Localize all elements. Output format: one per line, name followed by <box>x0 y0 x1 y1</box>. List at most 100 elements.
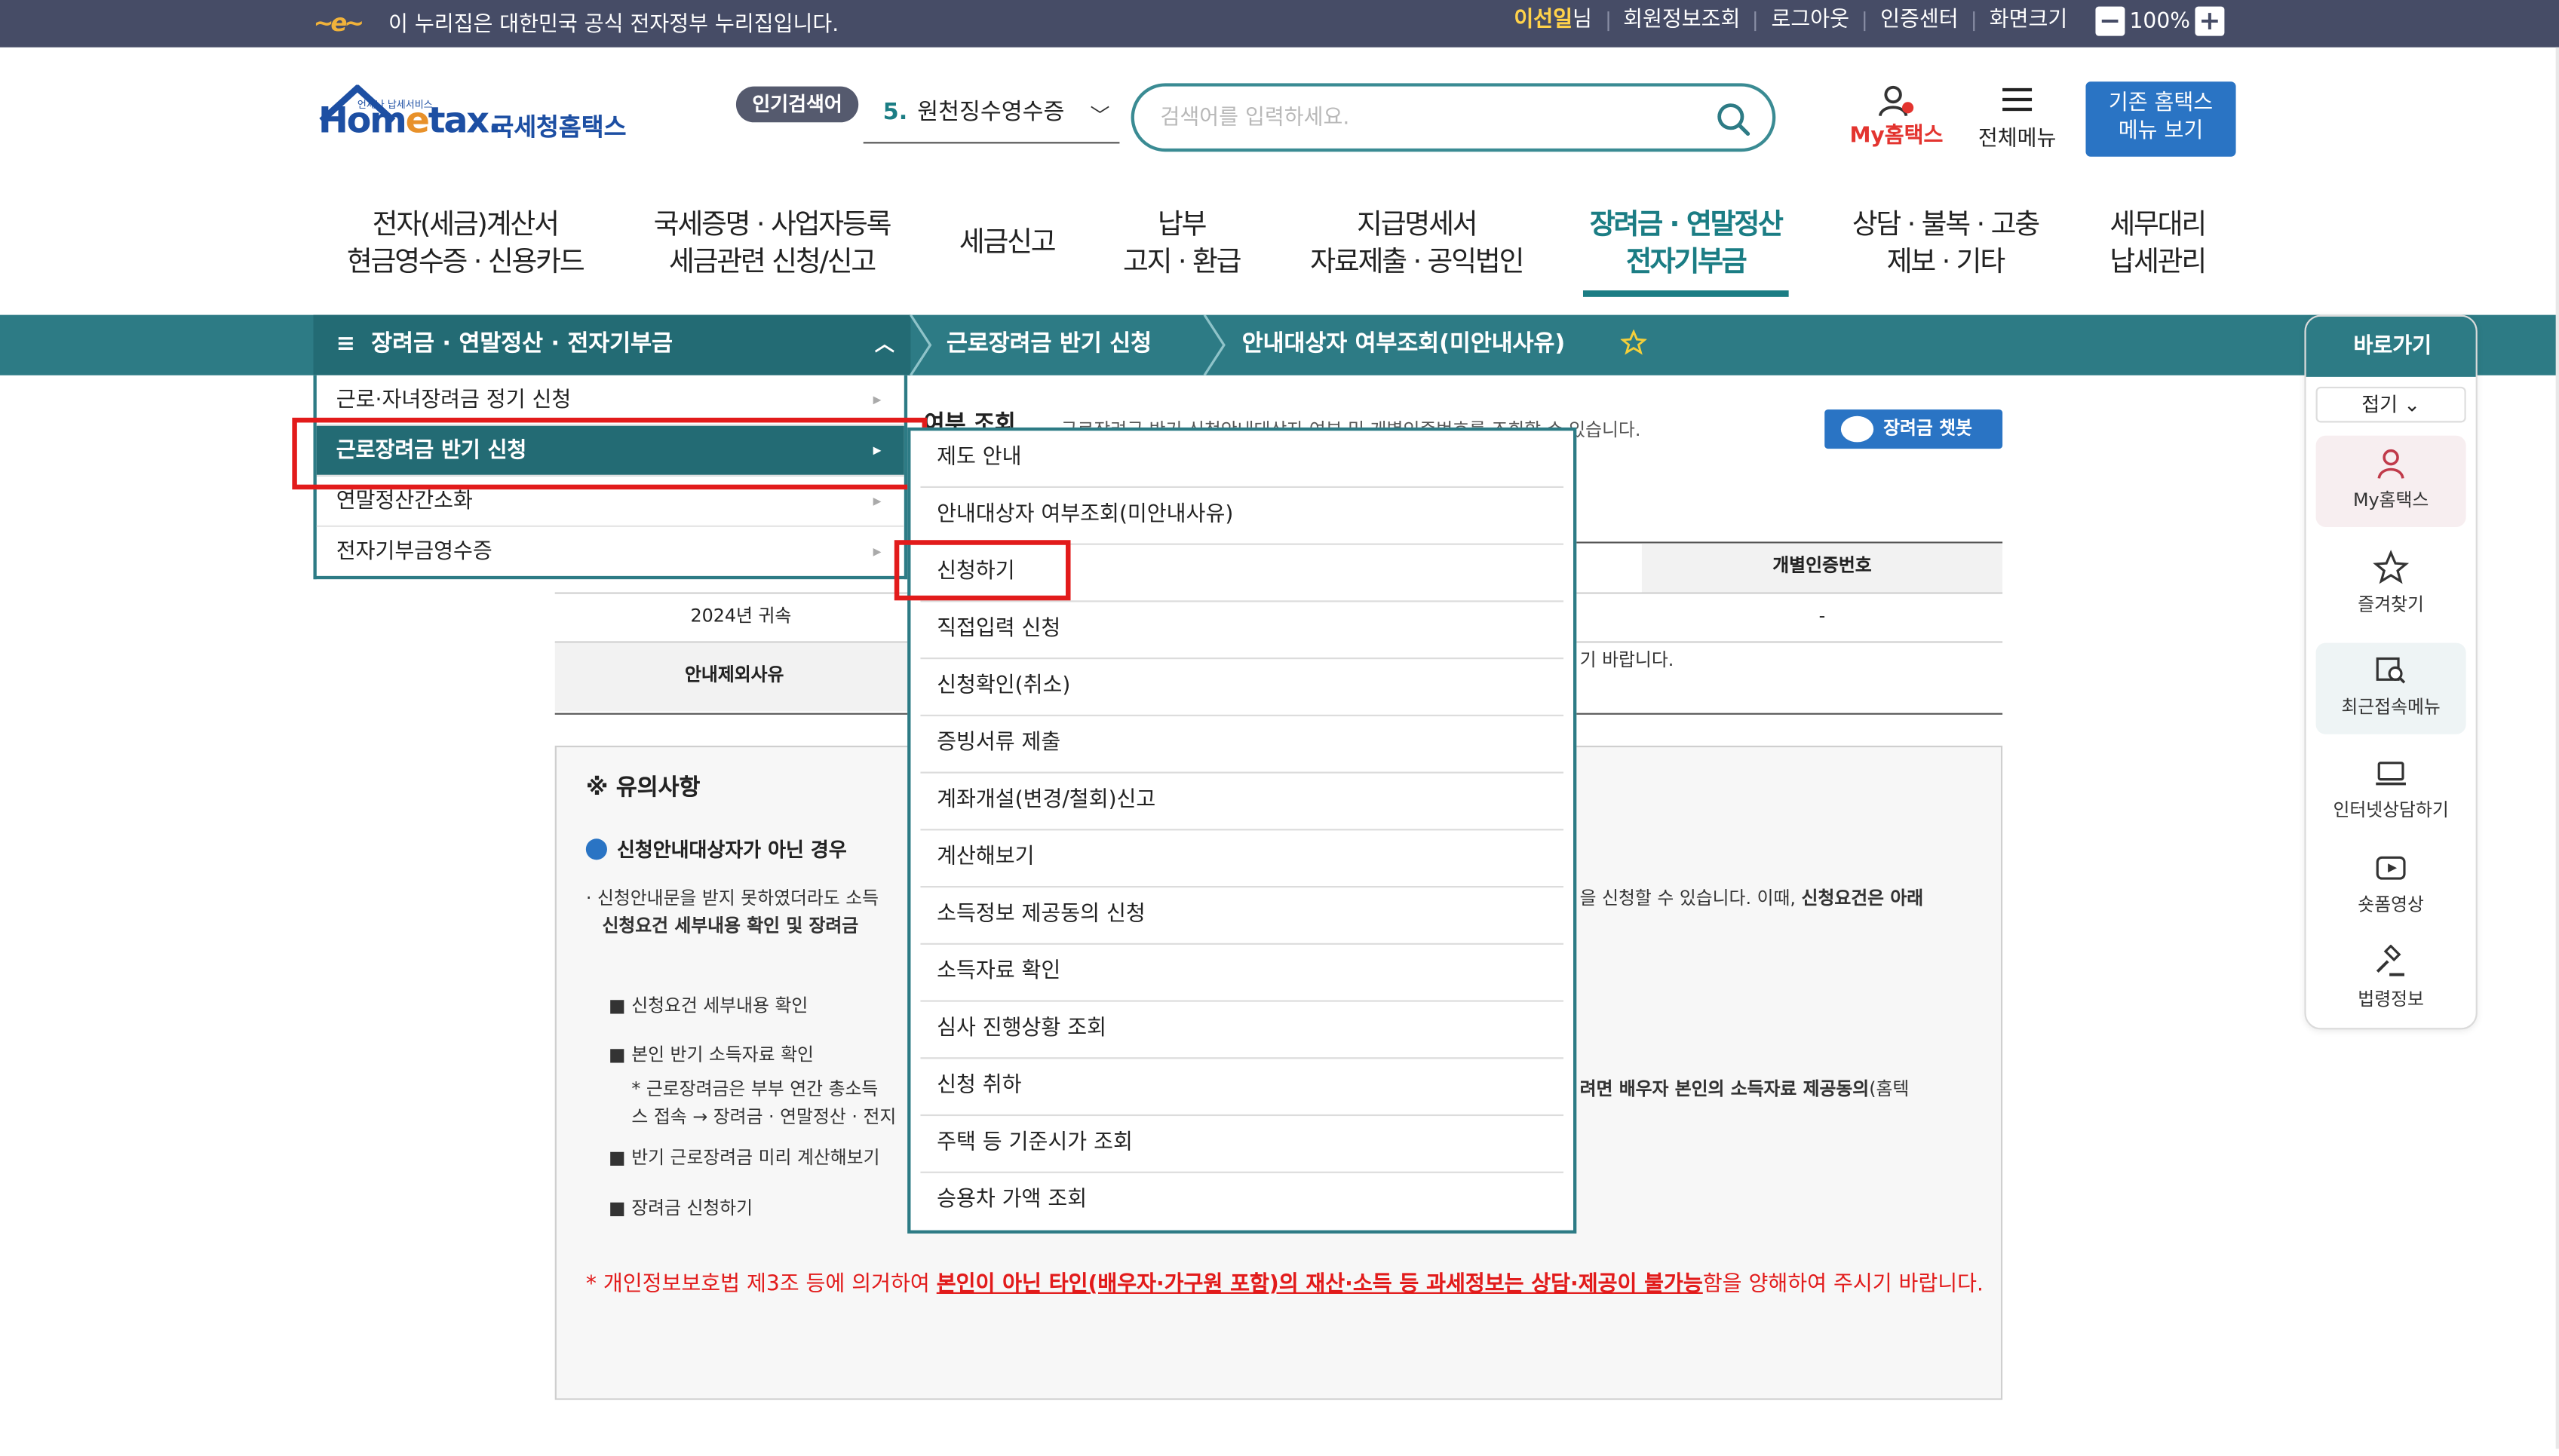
submenu-item-car-price[interactable]: 승용차 가액 조회 <box>920 1173 1563 1231</box>
notice-note-line2: 스 접속 → 장려금 · 연말정산 · 전지 <box>631 1106 897 1128</box>
search-icon[interactable] <box>1714 100 1753 139</box>
quick-item-recent[interactable]: 최근접속메뉴 <box>2315 642 2466 734</box>
submenu-item-withdraw[interactable]: 신청 취하 <box>920 1059 1564 1117</box>
submenu-item-evidence[interactable]: 증빙서류 제출 <box>920 716 1564 774</box>
popular-rank: 5. <box>882 99 908 126</box>
highlight-box-apply <box>894 540 1071 601</box>
old-menu-line2: 메뉴 보기 <box>2118 118 2204 144</box>
breadcrumb-separator-icon <box>910 314 932 375</box>
all-menu-button[interactable]: 전체메뉴 <box>1966 85 2067 152</box>
chevron-right-icon: ▸ <box>873 543 882 562</box>
quick-item-law[interactable]: 법령정보 <box>2316 935 2466 1026</box>
chevron-down-icon: ﹀ <box>1090 104 1110 127</box>
user-greeting: 이선일님 <box>1499 8 1607 33</box>
favorite-star-icon[interactable] <box>1620 330 1647 356</box>
cert-center-link[interactable]: 인증센터 <box>1864 10 1973 31</box>
gnb-item-tax-agent[interactable]: 세무대리 납세관리 <box>2092 207 2223 283</box>
quick-menu-title: 바로가기 <box>2306 316 2476 377</box>
quick-item-my-hometax[interactable]: My홈택스 <box>2315 435 2466 527</box>
notice-paragraph-b: 을 신청할 수 있습니다. 이때, 신청요건은 아래 <box>1579 887 1924 909</box>
submenu-item-calculate[interactable]: 계산해보기 <box>920 830 1564 888</box>
zoom-in-button[interactable]: + <box>2195 6 2225 36</box>
quick-menu: 바로가기 접기 ⌄ My홈택스 즐겨찾기 최근접속메뉴 인터넷상담하기 숏폼영상… <box>2304 314 2478 1030</box>
popular-term: 원천징수영수증 <box>917 99 1065 126</box>
side-menu-item-donation[interactable]: 전자기부금영수증 ▸ <box>317 527 904 578</box>
submenu-item-income-check[interactable]: 소득자료 확인 <box>920 945 1564 1002</box>
gnb-active-underline <box>1582 290 1789 297</box>
user-icon <box>2377 449 2404 479</box>
section-menu-title: 장려금 · 연말정산 · 전자기부금 <box>371 331 673 357</box>
notice-subtitle: 신청안내대상자가 아닌 경우 <box>585 835 847 863</box>
egov-emblem-icon: ~e~ <box>313 8 364 38</box>
gnb-item-payment[interactable]: 납부 고지 · 환급 <box>1106 207 1256 283</box>
search-input[interactable] <box>1160 101 1683 134</box>
table-header-auth-number: 개별인증번호 <box>1641 543 2003 593</box>
submenu-item-guide[interactable]: 제도 안내 <box>920 431 1564 489</box>
old-menu-button[interactable]: 기존 홈택스 메뉴 보기 <box>2085 81 2236 157</box>
gnb-item-tax-return[interactable]: 세금신고 <box>944 225 1071 263</box>
quick-item-online-consult[interactable]: 인터넷상담하기 <box>2316 746 2466 837</box>
gnb-item-consult[interactable]: 상담 · 불복 · 고충 제보 · 기타 <box>1834 207 2056 283</box>
gnb-item-payment-statement[interactable]: 지급명세서 자료제출 · 공익법인 <box>1299 207 1534 283</box>
submenu-item-account[interactable]: 계좌개설(변경/철회)신고 <box>920 774 1564 831</box>
screen-size-label: 화면크기 <box>1973 10 2082 31</box>
gavel-icon <box>2376 944 2404 976</box>
breadcrumb-separator-icon <box>1203 314 1226 375</box>
gnb-item-tax-invoice[interactable]: 전자(세금)계산서 현금영수증 · 신용카드 <box>336 207 594 283</box>
recent-search-icon <box>2376 657 2406 684</box>
utility-links: 이선일님 회원정보조회 로그아웃 인증센터 화면크기 − 100% + <box>1499 6 2225 36</box>
chatbot-icon <box>1840 415 1874 443</box>
hamburger-icon: ≡ <box>336 331 372 357</box>
hometax-logo[interactable]: 언제나 납세서비스 Hometax. 국세청홈택스 <box>315 84 642 161</box>
logo-wordmark: Hometax. <box>318 101 502 143</box>
popular-search-dropdown[interactable]: 5. 원천징수영수증 ﹀ <box>863 95 1120 144</box>
play-video-icon <box>2376 856 2406 880</box>
breadcrumb-item-current[interactable]: 안내대상자 여부조회(미안내사유) <box>1242 315 1565 375</box>
breadcrumb-item-half-apply[interactable]: 근로장려금 반기 신청 <box>947 315 1152 375</box>
submenu-item-consent[interactable]: 소득정보 제공동의 신청 <box>920 887 1564 945</box>
my-hometax-label: My홈택스 <box>1849 124 1944 149</box>
hamburger-icon <box>2002 87 2033 112</box>
member-info-link[interactable]: 회원정보조회 <box>1606 10 1754 31</box>
zoom-control: − 100% + <box>2095 6 2225 36</box>
gnb-item-incentive[interactable]: 장려금 · 연말정산 전자기부금 <box>1576 207 1795 283</box>
quick-menu-fold-button[interactable]: 접기 ⌄ <box>2315 386 2466 423</box>
table-header-reason: 안내제외사유 <box>554 642 914 712</box>
gnb-item-certificate[interactable]: 국세증명 · 사업자등록 세금관련 신청/신고 <box>640 207 904 283</box>
highlight-box-half-apply <box>292 417 928 490</box>
notice-bullet-requirements[interactable]: ■ 신청요건 세부내용 확인 <box>609 992 808 1019</box>
my-hometax-button[interactable]: My홈택스 <box>1849 85 1944 149</box>
notice-paragraph-line2: 신청요건 세부내용 확인 및 장려금 <box>602 915 859 937</box>
notice-note-b: 려면 배우자 본인의 소득자료 제공동의(홈텍 <box>1579 1078 1910 1100</box>
page-scrollbar[interactable] <box>2555 47 2559 1449</box>
old-menu-line1: 기존 홈택스 <box>2108 91 2214 116</box>
notice-bullet-apply[interactable]: ■ 장려금 신청하기 <box>609 1194 753 1221</box>
submenu-item-progress[interactable]: 심사 진행상황 조회 <box>920 1002 1564 1059</box>
table-cell-auth: - <box>1818 605 1826 627</box>
submenu-item-house-price[interactable]: 주택 등 기준시가 조회 <box>920 1116 1564 1173</box>
gov-top-bar: ~e~ 이 누리집은 대한민국 공식 전자정부 누리집입니다. 이선일님 회원정… <box>0 0 2559 48</box>
popular-search-badge: 인기검색어 <box>735 86 859 123</box>
quick-item-shortform[interactable]: 숏폼영상 <box>2316 840 2466 931</box>
table-cell-year: 2024년 귀속 <box>690 605 792 627</box>
section-menu-toggle[interactable]: ≡ 장려금 · 연말정산 · 전자기부금 ︿ <box>313 314 911 375</box>
notice-paragraph-a: · 신청안내문을 받지 못하였더라도 소득 <box>585 887 879 909</box>
laptop-icon <box>2376 762 2406 786</box>
submenu-item-confirm-cancel[interactable]: 신청확인(취소) <box>920 659 1564 716</box>
logout-link[interactable]: 로그아웃 <box>1754 10 1864 31</box>
incentive-chatbot-button[interactable]: 장려금 챗봇 <box>1824 409 2003 449</box>
star-icon <box>2373 550 2409 584</box>
notice-bullet-income[interactable]: ■ 본인 반기 소득자료 확인 <box>609 1041 814 1068</box>
quick-item-favorites[interactable]: 즐겨찾기 <box>2316 540 2466 631</box>
search-box <box>1131 83 1776 152</box>
zoom-out-button[interactable]: − <box>2095 6 2125 36</box>
notice-title: ※ 유의사항 <box>585 774 701 802</box>
gov-notice-text: 이 누리집은 대한민국 공식 전자정부 누리집입니다. <box>388 13 839 38</box>
notice-bullet-calculate[interactable]: ■ 반기 근로장려금 미리 계산해보기 <box>609 1144 879 1170</box>
logo-name: 국세청홈택스 <box>491 112 627 143</box>
submenu-item-direct-apply[interactable]: 직접입력 신청 <box>920 602 1564 660</box>
notice-note-a: * 근로장려금은 부부 연간 총소득 <box>631 1078 879 1100</box>
user-suffix: 님 <box>1573 8 1592 33</box>
submenu-item-eligibility[interactable]: 안내대상자 여부조회(미안내사유) <box>920 488 1564 545</box>
chatbot-label: 장려금 챗봇 <box>1883 417 1972 440</box>
